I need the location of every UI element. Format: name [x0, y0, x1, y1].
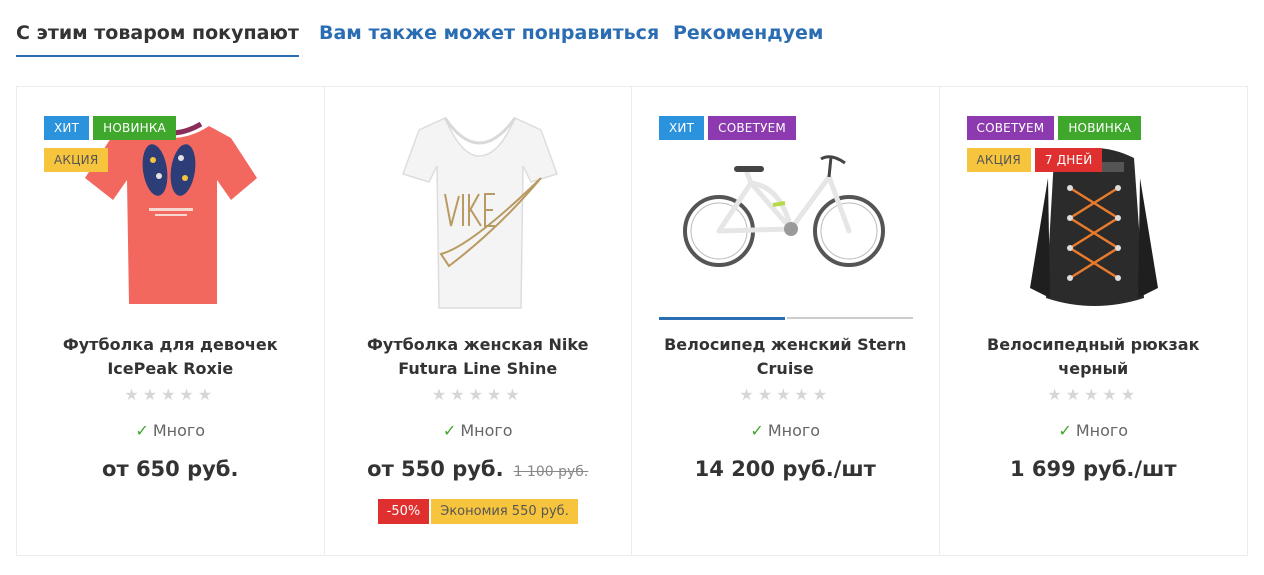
stock-label: Много: [152, 421, 206, 440]
stock-status: ✓ Много: [17, 421, 324, 440]
rating-stars[interactable]: ★★★★★: [17, 385, 324, 404]
product-grid: ХИТ НОВИНКА АКЦИЯ Футболка для девочек Ic…: [16, 86, 1248, 556]
tab-bought-with[interactable]: С этим товаром покупают: [16, 22, 299, 57]
stock-status: ✓ Много: [632, 421, 939, 440]
product-price: от 550 руб. 1 100 руб.: [325, 457, 632, 481]
rating-stars[interactable]: ★★★★★: [940, 385, 1248, 404]
sticker-days: 7 ДНЕЙ: [1034, 148, 1103, 172]
product-name[interactable]: Футболка женская Nike Futura Line Shine: [355, 333, 602, 381]
stock-label: Много: [460, 421, 513, 440]
product-card[interactable]: ХИТ НОВИНКА АКЦИЯ Футболка для девочек Ic…: [17, 87, 325, 555]
product-name[interactable]: Футболка для девочек IcePeak Roxie: [47, 333, 294, 381]
slider-segment[interactable]: [787, 317, 913, 319]
product-price: 14 200 руб./шт: [632, 457, 939, 481]
price-value: 1 699 руб./шт: [1009, 457, 1177, 481]
price-value: 14 200 руб./шт: [694, 457, 876, 481]
check-icon: ✓: [750, 421, 764, 440]
product-card[interactable]: СОВЕТУЕМ НОВИНКА АКЦИЯ 7 ДНЕЙ Велосипедн…: [940, 87, 1248, 555]
product-name[interactable]: Велосипед женский Stern Cruise: [662, 333, 909, 381]
slider-segment-active[interactable]: [659, 317, 785, 320]
sticker-hit: ХИТ: [44, 116, 90, 140]
price-value: от 550 руб.: [367, 457, 504, 481]
discount-percent-badge: -50%: [377, 499, 430, 524]
product-price: от 650 руб.: [17, 457, 324, 481]
price-value: от 650 руб.: [102, 457, 239, 481]
sticker-recommend: СОВЕТУЕМ: [708, 116, 796, 140]
stock-status: ✓ Много: [325, 421, 632, 440]
stock-label: Много: [767, 421, 821, 440]
tab-recommended[interactable]: Рекомендуем: [673, 22, 823, 57]
white-nike-tshirt-image[interactable]: [365, 107, 593, 319]
product-price: 1 699 руб./шт: [940, 457, 1248, 481]
rating-stars[interactable]: ★★★★★: [632, 385, 939, 404]
old-price: 1 100 руб.: [513, 464, 589, 480]
check-icon: ✓: [135, 421, 149, 440]
sticker-group: ХИТ СОВЕТУЕМ: [659, 116, 859, 148]
sticker-group: СОВЕТУЕМ НОВИНКА АКЦИЯ 7 ДНЕЙ: [966, 116, 1167, 180]
sticker-hit: ХИТ: [659, 116, 705, 140]
discount-info: -50% Экономия 550 руб.: [325, 499, 632, 524]
sticker-group: ХИТ НОВИНКА АКЦИЯ: [44, 116, 244, 180]
stock-status: ✓ Много: [940, 421, 1248, 440]
tab-you-may-like[interactable]: Вам также может понравиться: [319, 22, 659, 57]
product-tabs: С этим товаром покупают Вам также может …: [16, 22, 1248, 58]
product-name[interactable]: Велосипедный рюкзак черный: [970, 333, 1218, 381]
check-icon: ✓: [442, 421, 457, 440]
sticker-new: НОВИНКА: [1058, 116, 1142, 140]
sticker-recommend: СОВЕТУЕМ: [966, 116, 1055, 140]
rating-stars[interactable]: ★★★★★: [325, 385, 632, 404]
image-slider-indicator[interactable]: [659, 317, 913, 320]
product-card[interactable]: ХИТ СОВЕТУЕМ Велосипед женский Stern Cru…: [632, 87, 940, 555]
sticker-new: НОВИНКА: [93, 116, 176, 140]
sticker-sale: АКЦИЯ: [44, 148, 109, 172]
savings-badge: Экономия 550 руб.: [431, 499, 578, 524]
check-icon: ✓: [1058, 421, 1072, 440]
sticker-sale: АКЦИЯ: [966, 148, 1031, 172]
product-card[interactable]: Футболка женская Nike Futura Line Shine …: [325, 87, 632, 555]
stock-label: Много: [1075, 421, 1129, 440]
